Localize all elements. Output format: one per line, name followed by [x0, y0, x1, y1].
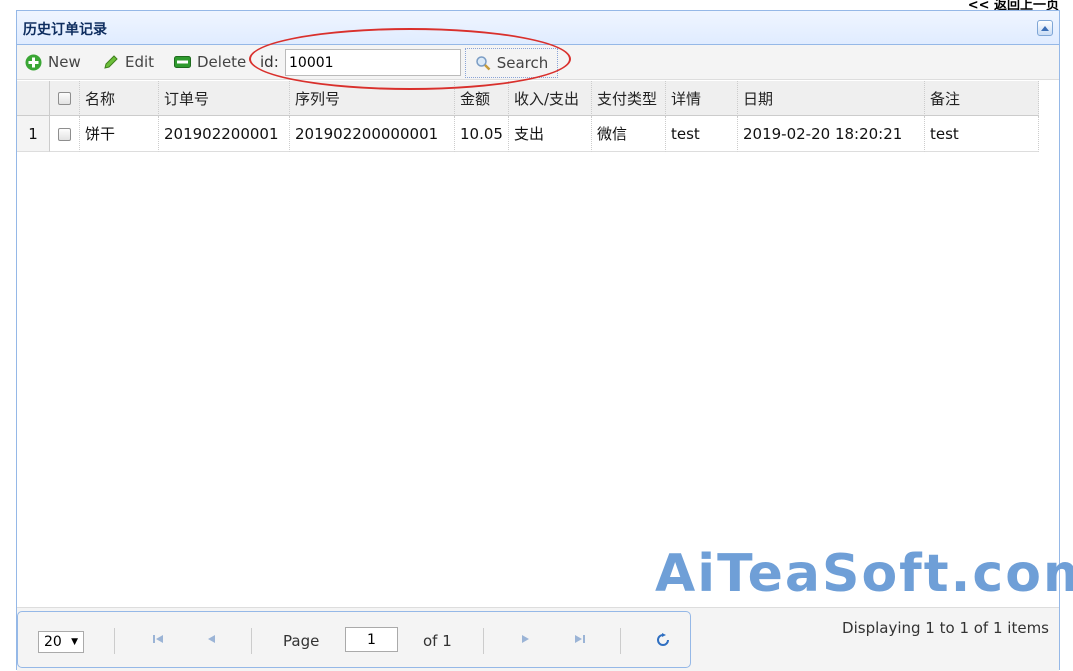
cell-order-no: 201902200001	[159, 116, 290, 152]
pager-separator	[114, 628, 115, 654]
last-page-button[interactable]	[574, 633, 586, 645]
col-header-amount[interactable]: 金额	[455, 81, 509, 116]
search-button[interactable]: Search	[465, 48, 558, 78]
new-button[interactable]: New	[25, 53, 81, 71]
col-header-detail[interactable]: 详情	[666, 81, 738, 116]
col-header-date[interactable]: 日期	[738, 81, 925, 116]
refresh-icon	[657, 633, 669, 646]
search-icon	[475, 55, 491, 71]
page-size-select[interactable]: 20 ▼	[38, 631, 84, 653]
table-row[interactable]: 1 饼干 201902200001 201902200000001 10.05 …	[17, 116, 1039, 152]
row-checkbox[interactable]	[50, 116, 80, 152]
first-page-button[interactable]	[152, 633, 164, 645]
delete-label: Delete	[197, 53, 247, 71]
pager: 20 ▼ Page of 1	[17, 607, 1059, 671]
toolbar: New Edit Delete id: Search	[17, 45, 1059, 80]
refresh-button[interactable]	[656, 633, 670, 647]
pager-separator	[251, 628, 252, 654]
display-info: Displaying 1 to 1 of 1 items	[842, 619, 1049, 637]
search-label: Search	[496, 54, 549, 72]
panel-title: 历史订单记录	[23, 22, 107, 38]
cell-type: 支出	[509, 116, 592, 152]
cell-serial-no: 201902200000001	[290, 116, 455, 152]
page-size-value: 20	[44, 634, 62, 650]
edit-label: Edit	[125, 53, 155, 71]
first-page-icon	[153, 635, 163, 643]
id-input[interactable]	[285, 49, 461, 76]
col-header-order-no[interactable]: 订单号	[159, 81, 290, 116]
select-all-checkbox[interactable]	[50, 81, 80, 116]
watermark: AiTeaSoft.com	[655, 544, 1073, 604]
col-header-remark[interactable]: 备注	[925, 81, 1039, 116]
collapse-icon[interactable]	[1037, 20, 1053, 36]
panel-header: 历史订单记录	[17, 11, 1059, 45]
page-number-input[interactable]	[345, 627, 398, 652]
page-count-label: of 1	[423, 632, 452, 650]
edit-button[interactable]: Edit	[103, 53, 154, 71]
page-label: Page	[283, 632, 320, 650]
orders-grid: 名称 订单号 序列号 金额 收入/支出 支付类型 详情 日期 备注 1 饼干 2…	[17, 81, 1059, 152]
rownum-header	[17, 81, 50, 116]
minus-icon	[174, 56, 191, 68]
cell-detail: test	[666, 116, 738, 152]
cell-payment: 微信	[592, 116, 666, 152]
prev-page-button[interactable]	[206, 633, 216, 645]
next-page-icon	[522, 635, 529, 643]
row-number: 1	[17, 116, 50, 152]
delete-button[interactable]: Delete	[174, 53, 246, 71]
plus-circle-icon	[25, 54, 42, 71]
last-page-icon	[575, 635, 585, 643]
prev-page-icon	[208, 635, 215, 643]
cell-remark: test	[925, 116, 1039, 152]
chevron-down-icon: ▼	[71, 637, 78, 647]
grid-header-row: 名称 订单号 序列号 金额 收入/支出 支付类型 详情 日期 备注	[17, 81, 1039, 116]
col-header-type[interactable]: 收入/支出	[509, 81, 592, 116]
pager-separator	[620, 628, 621, 654]
new-label: New	[48, 53, 81, 71]
col-header-payment[interactable]: 支付类型	[592, 81, 666, 116]
col-header-name[interactable]: 名称	[80, 81, 159, 116]
pencil-icon	[103, 54, 119, 70]
id-label: id:	[260, 53, 279, 71]
cell-amount: 10.05	[455, 116, 509, 152]
pager-separator	[483, 628, 484, 654]
cell-name: 饼干	[80, 116, 159, 152]
cell-date: 2019-02-20 18:20:21	[738, 116, 925, 152]
next-page-button[interactable]	[521, 633, 531, 645]
pager-controls: 20 ▼ Page of 1	[17, 611, 691, 668]
col-header-serial-no[interactable]: 序列号	[290, 81, 455, 116]
